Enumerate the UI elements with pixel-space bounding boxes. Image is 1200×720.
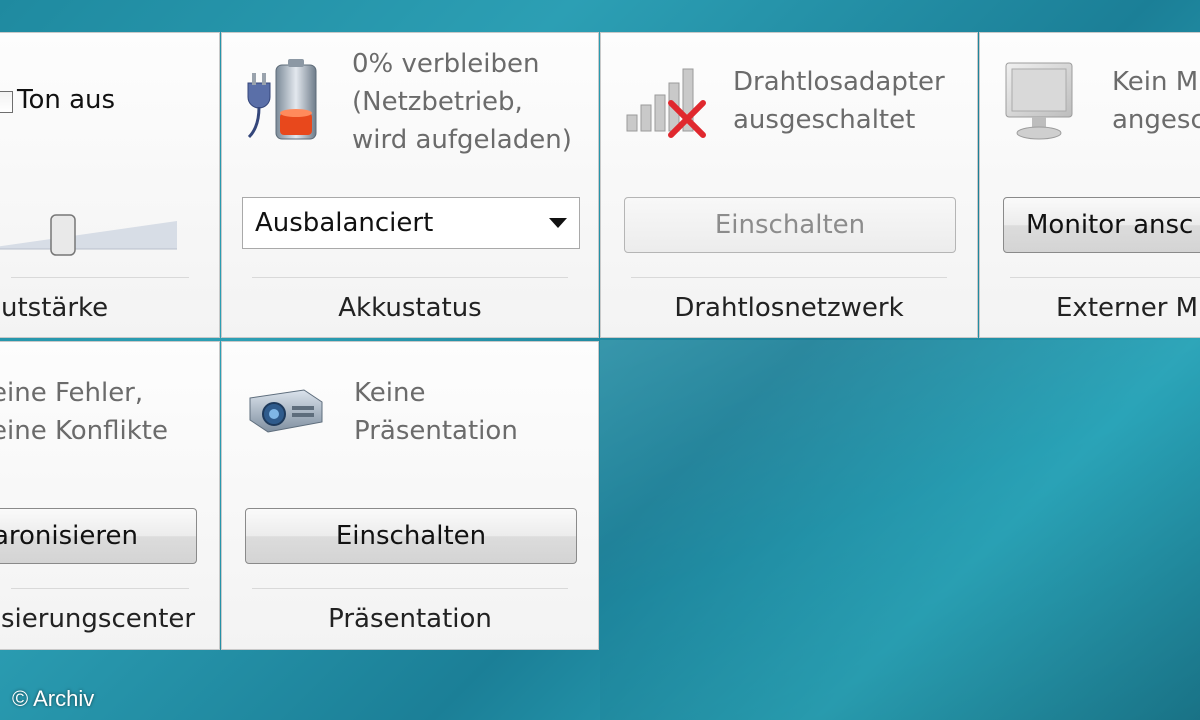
sync-separator	[11, 588, 189, 589]
battery-status: 0% verbleiben (Netzbetrieb, wird aufgela…	[352, 49, 572, 155]
desktop-background	[600, 340, 1200, 720]
wireless-separator	[631, 277, 947, 278]
volume-slider[interactable]	[0, 209, 177, 257]
sync-button[interactable]: aronisieren	[0, 508, 197, 564]
tile-volume: Ton aus utstärke	[0, 32, 220, 338]
monitor-disconnect-button[interactable]: Monitor ansc	[1003, 197, 1200, 253]
wireless-status: Drahtlosadapter ausgeschaltet	[733, 67, 945, 135]
chevron-down-icon[interactable]	[549, 218, 567, 228]
battery-separator	[252, 277, 568, 278]
monitor-status: Kein M angesc	[1112, 67, 1200, 135]
presentation-separator	[252, 588, 568, 589]
tile-battery: 0% verbleiben (Netzbetrieb, wird aufgela…	[221, 32, 599, 338]
presentation-title[interactable]: Präsentation	[222, 604, 598, 634]
power-plan-select[interactable]: Ausbalanciert	[242, 197, 580, 249]
mute-checkbox[interactable]	[0, 91, 13, 113]
sync-status: eine Fehler, eine Konflikte	[0, 378, 168, 446]
battery-plug-icon	[247, 59, 317, 140]
tile-sync-center: eine Fehler, eine Konflikte aronisieren …	[0, 341, 220, 650]
volume-separator	[11, 277, 189, 278]
monitor-title[interactable]: Externer M	[1056, 293, 1200, 323]
wireless-enable-button[interactable]: Einschalten	[624, 197, 956, 253]
copyright-watermark: © Archiv	[12, 686, 95, 711]
volume-slider-thumb[interactable]	[50, 214, 76, 256]
sync-title[interactable]: sierungscenter	[1, 604, 219, 634]
tile-external-monitor: Kein M angesc Monitor ansc Externer M	[979, 32, 1200, 338]
volume-title[interactable]: utstärke	[1, 293, 219, 323]
monitor-icon	[1005, 62, 1073, 140]
wireless-signal-off-icon	[626, 68, 706, 138]
tile-wireless: Drahtlosadapter ausgeschaltet Einschalte…	[600, 32, 978, 338]
mute-label[interactable]: Ton aus	[17, 81, 115, 119]
presentation-status: Keine Präsentation	[354, 378, 518, 446]
tile-presentation: Keine Präsentation Einschalten Präsentat…	[221, 341, 599, 650]
projector-icon	[249, 389, 323, 433]
monitor-separator	[1010, 277, 1200, 278]
battery-title[interactable]: Akkustatus	[222, 293, 598, 323]
presentation-enable-button[interactable]: Einschalten	[245, 508, 577, 564]
power-plan-value: Ausbalanciert	[255, 208, 434, 238]
wireless-title[interactable]: Drahtlosnetzwerk	[601, 293, 977, 323]
